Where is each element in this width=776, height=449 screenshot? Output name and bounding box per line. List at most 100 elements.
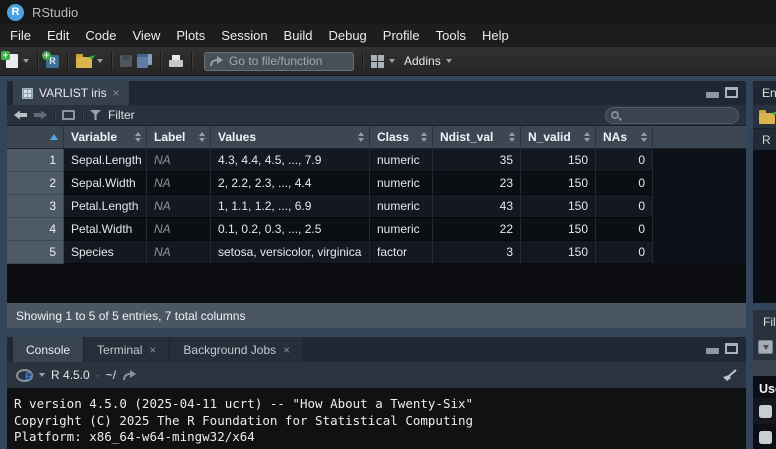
close-tab-icon[interactable]: ×: [113, 88, 120, 98]
menu-view[interactable]: View: [124, 25, 168, 46]
tab-console[interactable]: Console: [13, 337, 83, 362]
install-packages-icon[interactable]: [758, 340, 773, 354]
packages-column-header: [753, 360, 776, 376]
addins-button[interactable]: Addins: [404, 54, 441, 68]
toolbar-separator: [111, 52, 112, 70]
environment-toolbar: [753, 105, 776, 128]
save-icon[interactable]: [120, 55, 132, 67]
environment-tabstrip: Environment: [753, 81, 776, 105]
goto-working-dir-icon[interactable]: [122, 370, 136, 381]
menu-debug[interactable]: Debug: [320, 25, 374, 46]
sort-icon: [358, 132, 364, 142]
menu-edit[interactable]: Edit: [39, 25, 77, 46]
close-tab-icon[interactable]: ×: [283, 345, 290, 355]
new-project-icon[interactable]: R: [46, 55, 59, 68]
col-header-rownum[interactable]: [7, 126, 64, 148]
table-search-input[interactable]: [623, 109, 738, 122]
sort-asc-icon: [50, 134, 58, 140]
menu-profile[interactable]: Profile: [375, 25, 428, 46]
source-pane: VARLIST iris × Filter Variable L: [7, 81, 746, 328]
menu-session[interactable]: Session: [213, 25, 275, 46]
clear-console-icon[interactable]: [721, 369, 737, 382]
menu-help[interactable]: Help: [474, 25, 517, 46]
menu-build[interactable]: Build: [276, 25, 321, 46]
open-file-icon[interactable]: [76, 57, 92, 68]
table-row[interactable]: 3 Petal.Length NA 1, 1.1, 1.2, ..., 6.9 …: [7, 195, 746, 218]
console-line: R version 4.5.0 (2025-04-11 ucrt) -- "Ho…: [14, 396, 746, 413]
col-header-ndist-val[interactable]: Ndist_val: [433, 126, 521, 148]
files-pane: Files User Library: [753, 310, 776, 449]
tab-environment[interactable]: Environment: [753, 86, 776, 100]
col-header-label[interactable]: Label: [147, 126, 211, 148]
table-status-bar: Showing 1 to 5 of 5 entries, 7 total col…: [7, 303, 746, 328]
console-pane: Console Terminal × Background Jobs × R R…: [7, 337, 746, 449]
menubar: File Edit Code View Plots Session Build …: [0, 24, 776, 47]
working-directory[interactable]: ~/: [106, 368, 116, 382]
package-checkbox[interactable]: [759, 431, 772, 444]
save-all-icon[interactable]: [137, 54, 152, 68]
minimize-pane-button[interactable]: [706, 348, 719, 354]
minimize-pane-button[interactable]: [706, 92, 719, 98]
r-version-icon[interactable]: R: [16, 369, 33, 382]
r-version-caret-icon[interactable]: [39, 373, 45, 377]
package-checkbox[interactable]: [759, 405, 772, 418]
rstudio-logo-icon: R: [7, 4, 24, 21]
search-icon: [611, 111, 619, 119]
print-icon[interactable]: [169, 55, 183, 67]
new-file-icon[interactable]: [6, 54, 18, 68]
workbench: VARLIST iris × Filter Variable L: [0, 76, 776, 449]
console-output[interactable]: R version 4.5.0 (2025-04-11 ucrt) -- "Ho…: [7, 388, 746, 449]
environment-pane: Environment R: [753, 81, 776, 303]
toolbar-separator: [54, 109, 55, 122]
menu-code[interactable]: Code: [77, 25, 124, 46]
maximize-pane-button[interactable]: [725, 87, 738, 98]
table-row[interactable]: 4 Petal.Width NA 0.1, 0.2, 0.3, ..., 2.5…: [7, 218, 746, 241]
package-row: [753, 398, 776, 424]
menu-file[interactable]: File: [2, 25, 39, 46]
new-file-caret-icon[interactable]: [23, 59, 29, 63]
table-row[interactable]: 2 Sepal.Width NA 2, 2.2, 2.3, ..., 4.4 n…: [7, 172, 746, 195]
col-header-nas[interactable]: NAs: [596, 126, 653, 148]
open-in-new-window-icon[interactable]: [62, 110, 75, 120]
tab-varlist-iris[interactable]: VARLIST iris ×: [13, 81, 129, 105]
sort-icon: [199, 132, 205, 142]
close-tab-icon[interactable]: ×: [149, 345, 156, 355]
sort-icon: [509, 132, 515, 142]
col-header-values[interactable]: Values: [211, 126, 370, 148]
table-empty-area: [7, 264, 746, 303]
back-icon[interactable]: [14, 111, 27, 120]
data-viewer-icon: [22, 88, 33, 99]
toolbar-separator: [82, 109, 83, 122]
tab-files[interactable]: Files: [753, 310, 776, 334]
table-row[interactable]: 1 Sepal.Length NA 4.3, 4.4, 4.5, ..., 7.…: [7, 149, 746, 172]
filter-button[interactable]: Filter: [108, 108, 135, 122]
maximize-pane-button[interactable]: [725, 343, 738, 354]
table-row[interactable]: 5 Species NA setosa, versicolor, virgini…: [7, 241, 746, 264]
toolbar-separator: [160, 52, 161, 70]
data-viewer-toolbar: Filter: [7, 105, 746, 126]
tab-terminal[interactable]: Terminal ×: [83, 337, 169, 362]
goto-file-function-input[interactable]: [204, 52, 354, 71]
main-toolbar: R Addins: [0, 47, 776, 76]
environment-r-selector[interactable]: R: [762, 133, 771, 147]
col-header-variable[interactable]: Variable: [64, 126, 147, 148]
menu-tools[interactable]: Tools: [428, 25, 474, 46]
addins-caret-icon[interactable]: [446, 59, 452, 63]
pane-layout-icon[interactable]: [371, 55, 384, 68]
col-header-class[interactable]: Class: [370, 126, 433, 148]
forward-icon[interactable]: [34, 111, 47, 120]
packages-toolbar: [753, 334, 776, 360]
col-header-n-valid[interactable]: N_valid: [521, 126, 596, 148]
tab-title: VARLIST iris: [39, 86, 107, 100]
console-line: Copyright (C) 2025 The R Foundation for …: [14, 413, 746, 430]
filter-icon[interactable]: [90, 110, 101, 120]
toolbar-separator: [67, 52, 68, 70]
sort-icon: [421, 132, 427, 142]
load-workspace-icon[interactable]: [759, 113, 775, 124]
open-file-caret-icon[interactable]: [97, 59, 103, 63]
tab-background-jobs[interactable]: Background Jobs ×: [169, 337, 303, 362]
menu-plots[interactable]: Plots: [168, 25, 213, 46]
toolbar-separator: [191, 52, 192, 70]
pane-layout-caret-icon[interactable]: [389, 59, 395, 63]
toolbar-separator: [37, 52, 38, 70]
